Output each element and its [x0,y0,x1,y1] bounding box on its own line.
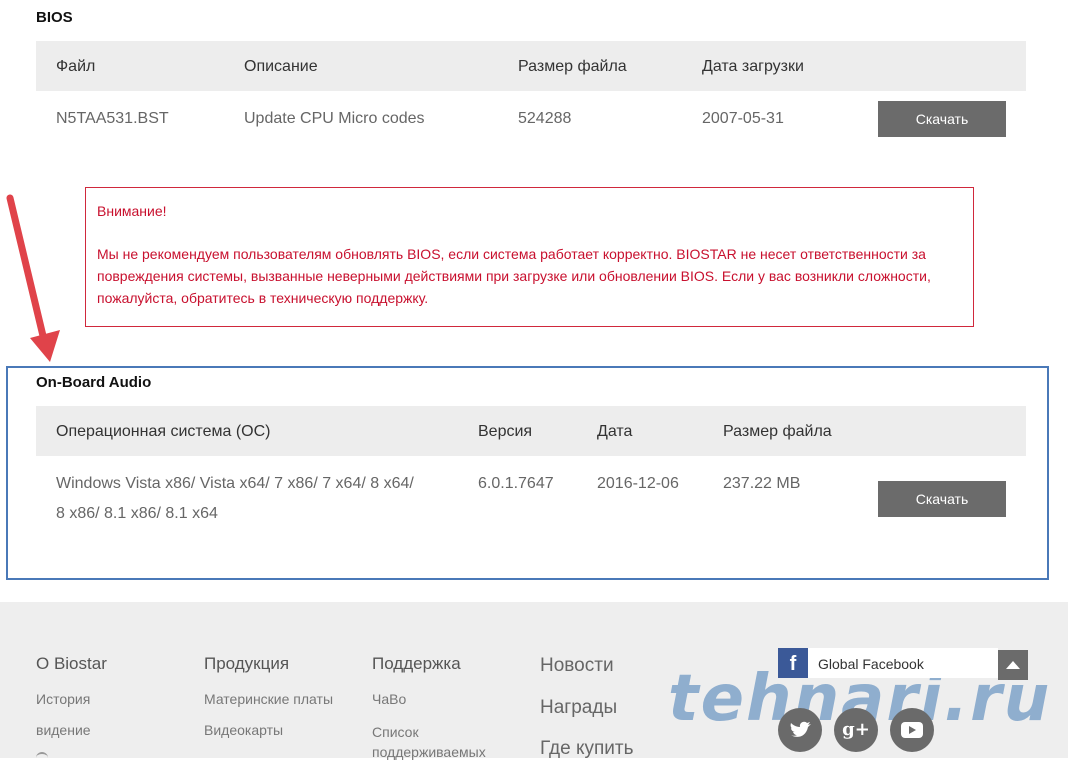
bios-section-title: BIOS [36,9,73,26]
bios-description: Update CPU Micro codes [244,110,425,127]
col-description: Описание [244,58,318,75]
bios-upload-date: 2007-05-31 [702,110,784,127]
warning-text: Мы не рекомендуем пользователям обновлят… [97,246,931,306]
audio-table-header: Операционная система (ОС) Версия Дата Ра… [36,406,1026,456]
google-plus-icon[interactable]: g+ [834,708,878,752]
scroll-to-top-button[interactable] [998,650,1028,680]
footer-link-graphics[interactable]: Видеокарты [204,722,283,738]
audio-date: 2016-12-06 [597,475,679,492]
footer-link-faq[interactable]: ЧаВо [372,691,406,707]
youtube-icon[interactable] [890,708,934,752]
facebook-icon: f [778,648,808,678]
annotation-arrow [6,194,60,362]
twitter-icon[interactable] [778,708,822,752]
audio-version: 6.0.1.7647 [478,475,554,492]
footer-support-heading[interactable]: Поддержка [372,654,461,674]
facebook-link[interactable]: f Global Facebook [778,648,998,678]
footer-products-heading[interactable]: Продукция [204,654,289,674]
facebook-label: Global Facebook [818,656,924,672]
footer-link-motherboards[interactable]: Материнские платы [204,691,333,707]
col-size: Размер файла [723,423,832,440]
footer-link-cutoff [36,752,48,760]
col-date: Дата загрузки [702,58,804,75]
audio-section-title: On-Board Audio [36,374,152,391]
col-version: Версия [478,423,533,440]
bios-file-name: N5TAA531.BST [56,110,169,127]
col-file: Файл [56,58,96,75]
footer-link-history[interactable]: История [36,691,90,707]
bios-warning-box: Внимание! Мы не рекомендуем пользователя… [85,187,974,327]
audio-os-line1: Windows Vista x86/ Vista x64/ 7 x86/ 7 x… [56,475,414,492]
bios-download-button[interactable]: Скачать [878,101,1006,137]
footer-link-vision[interactable]: видение [36,722,91,738]
col-size: Размер файла [518,58,627,75]
footer-link-news[interactable]: Новости [540,655,614,677]
footer-link-where-to-buy[interactable]: Где купить [540,738,633,760]
col-os: Операционная система (ОС) [56,423,271,440]
bios-file-size: 524288 [518,110,572,127]
footer-link-supported-list[interactable]: Список поддерживаемых [372,722,502,762]
footer-link-awards[interactable]: Награды [540,697,617,719]
col-date: Дата [597,423,633,440]
audio-download-button[interactable]: Скачать [878,481,1006,517]
warning-title: Внимание! [97,203,167,219]
audio-file-size: 237.22 MB [723,475,801,492]
bios-table-header: Файл Описание Размер файла Дата загрузки [36,41,1026,91]
audio-os-line2: 8 x86/ 8.1 x86/ 8.1 x64 [56,505,218,522]
footer-about-heading[interactable]: О Biostar [36,654,107,674]
